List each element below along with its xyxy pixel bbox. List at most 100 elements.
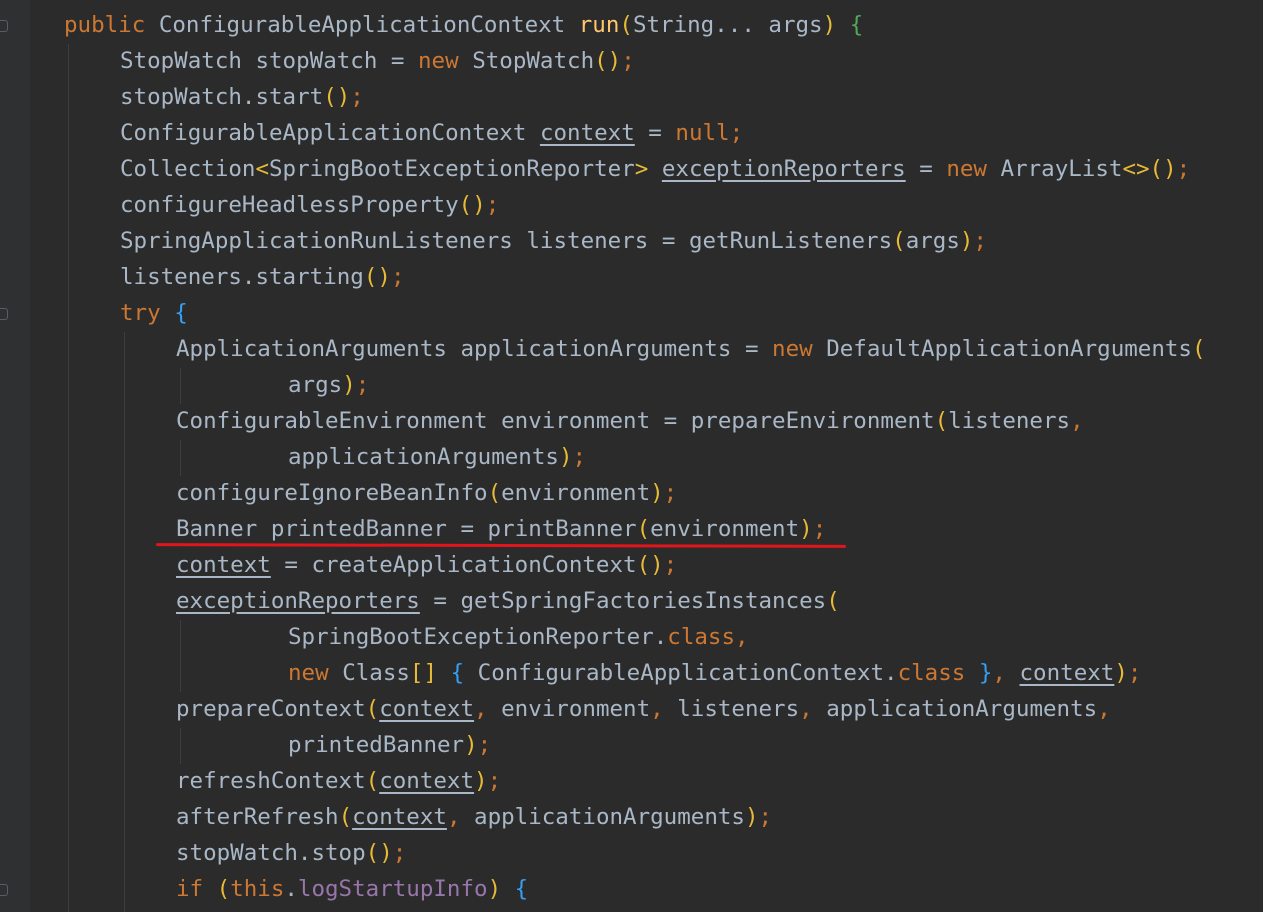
code-token: , <box>1070 408 1084 434</box>
code-line[interactable]: context = createApplicationContext(); <box>176 547 677 583</box>
code-token: ) <box>487 876 515 902</box>
fold-marker-icon[interactable] <box>0 20 8 32</box>
code-token: environment <box>650 516 800 542</box>
fold-marker-icon[interactable] <box>0 884 8 896</box>
code-token: ConfigurableEnvironment environment = pr… <box>176 408 935 434</box>
code-token: ; <box>663 480 678 506</box>
code-line[interactable]: ConfigurableApplicationContext context =… <box>120 115 743 151</box>
editor-gutter <box>0 0 30 912</box>
fold-marker-icon[interactable] <box>0 308 8 320</box>
code-token: ) <box>799 516 813 542</box>
code-line[interactable]: ApplicationArguments applicationArgument… <box>176 331 1206 367</box>
code-token: ) <box>1114 660 1128 686</box>
code-token: listeners.starting <box>120 264 364 290</box>
code-token: ) <box>558 444 573 470</box>
code-token: ) <box>342 372 356 398</box>
code-line[interactable]: stopWatch.start(); <box>120 79 364 115</box>
code-token: ; <box>390 264 405 290</box>
code-token: Class <box>342 660 410 686</box>
code-token: , <box>474 696 488 722</box>
code-token: ArrayList <box>1000 156 1123 182</box>
code-token: ; <box>487 768 502 794</box>
code-token: < <box>255 156 270 182</box>
code-token: ( <box>934 408 949 434</box>
code-token: ; <box>812 516 827 542</box>
code-line[interactable]: if (this.logStartupInfo) { <box>176 871 528 907</box>
indent-guide <box>68 44 69 912</box>
code-token: { <box>174 300 188 326</box>
code-token: applicationArguments <box>460 804 745 830</box>
code-token: () <box>594 48 622 74</box>
code-token: ) <box>474 768 488 794</box>
code-line[interactable]: new Class[] { ConfigurableApplicationCon… <box>288 655 1141 691</box>
code-token: afterRefresh <box>176 804 339 830</box>
code-token: printedBanner <box>288 732 465 758</box>
code-line[interactable]: args); <box>288 367 369 403</box>
code-token: ; <box>663 552 678 578</box>
code-token: listeners <box>663 696 800 722</box>
code-line[interactable]: configureHeadlessProperty(); <box>120 187 499 223</box>
code-token: { <box>514 876 529 902</box>
code-editor[interactable]: public ConfigurableApplicationContext ru… <box>0 0 1263 912</box>
code-token: ConfigurableApplicationContext <box>120 120 540 146</box>
indent-guide <box>180 620 181 692</box>
code-token: ; <box>572 444 587 470</box>
code-token: exceptionReporters <box>176 588 420 614</box>
code-token: = getSpringFactoriesInstances <box>419 588 827 614</box>
code-line[interactable]: configureIgnoreBeanInfo(environment); <box>176 475 677 511</box>
code-token: args <box>288 372 343 398</box>
code-line[interactable]: Collection<SpringBootExceptionReporter> … <box>120 151 1190 187</box>
code-token: ( <box>619 12 633 38</box>
code-line[interactable]: SpringApplicationRunListeners listeners … <box>120 223 987 259</box>
code-token: ) <box>744 804 759 830</box>
code-line[interactable]: Banner printedBanner = printBanner(envir… <box>176 511 826 547</box>
code-token: stopWatch.start <box>120 84 324 110</box>
code-line[interactable]: listeners.starting(); <box>120 259 404 295</box>
code-token: ; <box>355 372 370 398</box>
code-line[interactable]: applicationArguments); <box>288 439 586 475</box>
code-line[interactable]: exceptionReporters = getSpringFactoriesI… <box>176 583 840 619</box>
code-token: StopWatch stopWatch = <box>120 48 419 74</box>
code-line[interactable]: printedBanner); <box>288 727 491 763</box>
code-token: environment <box>487 696 651 722</box>
code-token: ; <box>729 120 744 146</box>
code-token: configureHeadlessProperty <box>120 192 459 218</box>
code-token: ( <box>338 804 353 830</box>
code-line[interactable]: refreshContext(context); <box>176 763 501 799</box>
code-token: ( <box>487 480 502 506</box>
code-token: ; <box>758 804 773 830</box>
code-token: > <box>634 156 649 182</box>
code-token: environment <box>501 480 651 506</box>
code-line[interactable]: ConfigurableEnvironment environment = pr… <box>176 403 1084 439</box>
code-token: stopWatch.stop <box>176 840 366 866</box>
code-token: try <box>120 300 175 326</box>
code-token: , <box>1097 696 1111 722</box>
code-token: ) <box>822 12 850 38</box>
code-token: ( <box>636 516 651 542</box>
code-token: Banner printedBanner = printBanner <box>176 516 637 542</box>
code-line[interactable]: prepareContext(context, environment, lis… <box>176 691 1111 727</box>
code-token: { <box>450 660 465 686</box>
code-line[interactable]: SpringBootExceptionReporter.class, <box>288 619 749 655</box>
code-token: run <box>578 12 620 38</box>
code-line[interactable]: public ConfigurableApplicationContext ru… <box>64 7 863 43</box>
code-token: StopWatch <box>472 48 595 74</box>
code-token: context <box>379 696 475 722</box>
code-token: ; <box>350 84 364 110</box>
code-token: applicationArguments <box>812 696 1098 722</box>
code-token: ) <box>464 732 478 758</box>
code-token: context <box>539 120 635 146</box>
code-line[interactable]: stopWatch.stop(); <box>176 835 406 871</box>
code-token: ; <box>1176 156 1191 182</box>
code-token: ConfigurableApplicationContext. <box>464 660 898 686</box>
code-token: SpringBootExceptionReporter. <box>288 624 668 650</box>
code-line[interactable]: try { <box>120 295 188 331</box>
code-token: ; <box>392 840 407 866</box>
code-token: Collection <box>120 156 256 182</box>
code-line[interactable]: afterRefresh(context, applicationArgumen… <box>176 799 772 835</box>
code-token: ConfigurableApplicationContext <box>158 12 579 38</box>
code-line[interactable]: StopWatch stopWatch = new StopWatch(); <box>120 43 635 79</box>
